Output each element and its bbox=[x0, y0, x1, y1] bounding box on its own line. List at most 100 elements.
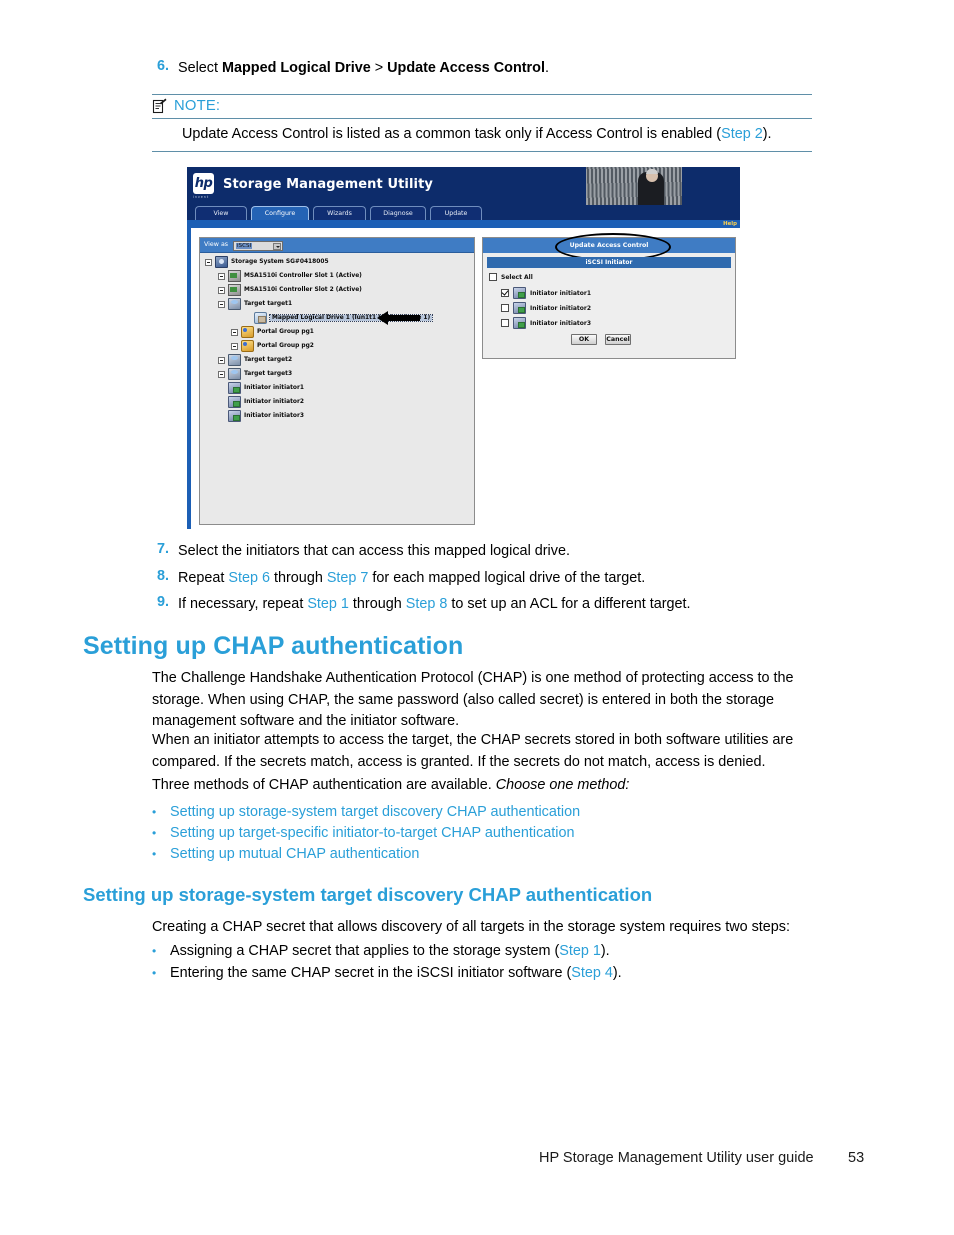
initiator-checkbox[interactable] bbox=[501, 289, 509, 297]
expander-icon[interactable] bbox=[218, 272, 225, 280]
storage-tree: Storage System SG#0418005 MSA1510i Contro… bbox=[200, 255, 474, 423]
tab-diagnose[interactable]: Diagnose bbox=[370, 206, 426, 220]
select-all-row[interactable]: Select All bbox=[489, 273, 533, 281]
chevron-down-icon[interactable] bbox=[273, 242, 281, 250]
chap-link-storage-system-target-discovery[interactable]: Setting up storage-system target discove… bbox=[170, 802, 580, 823]
tree-node-label: Portal Group pg2 bbox=[257, 343, 314, 349]
note-label: NOTE: bbox=[174, 98, 221, 114]
initiator-icon bbox=[513, 287, 526, 299]
initiator-checkbox[interactable] bbox=[501, 304, 509, 312]
chap-paragraph-3-italic: Choose one method: bbox=[495, 777, 630, 793]
step-8-t3: for each mapped logical drive of the tar… bbox=[368, 570, 646, 586]
step-9-text: If necessary, repeat Step 1 through Step… bbox=[178, 594, 691, 616]
initiator-checkbox[interactable] bbox=[501, 319, 509, 327]
help-bar: Help bbox=[187, 220, 740, 228]
discovery-bullet-0-link-step-1[interactable]: Step 1 bbox=[559, 943, 601, 959]
controller-icon bbox=[228, 284, 241, 296]
note-link-step-2[interactable]: Step 2 bbox=[721, 126, 763, 142]
step-8-link-step-7[interactable]: Step 7 bbox=[327, 570, 369, 586]
bullet-dot-icon: • bbox=[152, 805, 157, 819]
expander-icon[interactable] bbox=[231, 342, 238, 350]
tab-bar: View Configure Wizards Diagnose Update bbox=[187, 205, 740, 220]
step-7-text: Select the initiators that can access th… bbox=[178, 543, 570, 559]
tree-node[interactable]: MSA1510i Controller Slot 2 (Active) bbox=[200, 283, 474, 297]
chap-paragraph-2: When an initiator attempts to access the… bbox=[152, 732, 794, 770]
chap-paragraph-3-plain: Three methods of CHAP authentication are… bbox=[152, 777, 496, 793]
step-9-t2: through bbox=[348, 596, 406, 612]
tab-view[interactable]: View bbox=[195, 206, 247, 220]
mapped-logical-drive-icon bbox=[254, 312, 267, 324]
tree-node-label: Target target1 bbox=[244, 301, 293, 307]
note-text-after: ). bbox=[762, 126, 772, 142]
initiator-icon bbox=[513, 302, 526, 314]
step-9-link-step-8[interactable]: Step 8 bbox=[406, 596, 448, 612]
callout-arrow-icon bbox=[377, 311, 420, 325]
view-as-select[interactable]: iSCSI bbox=[233, 240, 283, 251]
update-access-control-dialog: Update Access Control iSCSI Initiator Se… bbox=[482, 233, 736, 359]
tab-configure[interactable]: Configure bbox=[251, 206, 309, 220]
footer-title: HP Storage Management Utility user guide bbox=[539, 1150, 814, 1166]
discovery-bullet-1-link-step-4[interactable]: Step 4 bbox=[571, 965, 613, 981]
chap-link-bullet-0[interactable]: • Setting up storage-system target disco… bbox=[152, 802, 852, 823]
chap-link-target-specific-initiator-to-target[interactable]: Setting up target-specific initiator-to-… bbox=[170, 823, 574, 844]
dialog-subtitle-iscsi-initiator: iSCSI Initiator bbox=[487, 257, 731, 268]
bullet-dot-icon: • bbox=[152, 847, 157, 861]
tab-update[interactable]: Update bbox=[430, 206, 482, 220]
tree-node-label: Initiator initiator3 bbox=[244, 413, 304, 419]
tree-node[interactable]: MSA1510i Controller Slot 1 (Active) bbox=[200, 269, 474, 283]
tree-node[interactable]: Initiator initiator2 bbox=[200, 395, 474, 409]
note-text-before: Update Access Control is listed as a com… bbox=[182, 126, 722, 142]
document-page: 6. Select Mapped Logical Drive > Update … bbox=[0, 0, 954, 1235]
tree-node-label: Storage System SG#0418005 bbox=[231, 259, 329, 265]
footer-page-number: 53 bbox=[848, 1150, 865, 1166]
help-link[interactable]: Help bbox=[723, 221, 737, 227]
tree-node[interactable]: Initiator initiator1 bbox=[200, 381, 474, 395]
target-icon bbox=[228, 298, 241, 310]
step-9-number: 9. bbox=[156, 594, 169, 610]
expander-icon[interactable] bbox=[231, 328, 238, 336]
target-icon bbox=[228, 354, 241, 366]
tree-node[interactable]: Portal Group pg1 bbox=[200, 325, 474, 339]
tree-panel: View as iSCSI Storage System SG#0418005 M… bbox=[199, 237, 475, 525]
step-6-suffix: . bbox=[544, 60, 549, 76]
step-6-bold-update-access-control: Update Access Control bbox=[387, 60, 545, 76]
expander-icon[interactable] bbox=[218, 370, 225, 378]
select-all-checkbox[interactable] bbox=[489, 273, 497, 281]
portal-group-icon bbox=[241, 326, 254, 338]
bullet-dot-icon: • bbox=[152, 944, 157, 958]
tree-node[interactable]: Mapped Logical Drive 1 (lun1t1 Logical D… bbox=[200, 311, 474, 325]
ok-button[interactable]: OK bbox=[571, 334, 597, 345]
tree-node[interactable]: Target target3 bbox=[200, 367, 474, 381]
expander-icon[interactable] bbox=[218, 300, 225, 308]
initiator-row[interactable]: Initiator initiator1 bbox=[501, 287, 591, 299]
tree-node[interactable]: Target target2 bbox=[200, 353, 474, 367]
step-6-separator: > bbox=[370, 60, 388, 76]
expander-icon[interactable] bbox=[205, 258, 212, 266]
step-8-link-step-6[interactable]: Step 6 bbox=[228, 570, 270, 586]
expander-icon[interactable] bbox=[218, 286, 225, 294]
tree-node[interactable]: Storage System SG#0418005 bbox=[200, 255, 474, 269]
tree-node-label: Initiator initiator1 bbox=[244, 385, 304, 391]
cancel-button[interactable]: Cancel bbox=[605, 334, 631, 345]
chap-link-bullet-1[interactable]: • Setting up target-specific initiator-t… bbox=[152, 823, 852, 844]
initiator-row[interactable]: Initiator initiator3 bbox=[501, 317, 591, 329]
heading-setting-up-chap-authentication: Setting up CHAP authentication bbox=[83, 632, 464, 660]
step-9-t3: to set up an ACL for a different target. bbox=[447, 596, 691, 612]
application-screenshot: hp invent Storage Management Utility Vie… bbox=[187, 167, 740, 529]
app-header-bar: hp invent Storage Management Utility bbox=[187, 167, 740, 205]
step-8-number: 8. bbox=[156, 568, 169, 584]
chap-link-mutual-chap[interactable]: Setting up mutual CHAP authentication bbox=[170, 844, 419, 865]
chap-paragraph-3: Three methods of CHAP authentication are… bbox=[152, 775, 836, 797]
tree-node[interactable]: Portal Group pg2 bbox=[200, 339, 474, 353]
step-9-link-step-1[interactable]: Step 1 bbox=[307, 596, 349, 612]
tree-node[interactable]: Initiator initiator3 bbox=[200, 409, 474, 423]
initiator-row[interactable]: Initiator initiator2 bbox=[501, 302, 591, 314]
step-9: 9. If necessary, repeat Step 1 through S… bbox=[152, 594, 872, 616]
discovery-bullet-0-t2: ). bbox=[600, 943, 610, 959]
step-9-t1: If necessary, repeat bbox=[178, 596, 308, 612]
tree-node[interactable]: Target target1 bbox=[200, 297, 474, 311]
discovery-intro: Creating a CHAP secret that allows disco… bbox=[152, 919, 791, 935]
chap-link-bullet-2[interactable]: • Setting up mutual CHAP authentication bbox=[152, 844, 852, 865]
expander-icon[interactable] bbox=[218, 356, 225, 364]
tab-wizards[interactable]: Wizards bbox=[313, 206, 366, 220]
